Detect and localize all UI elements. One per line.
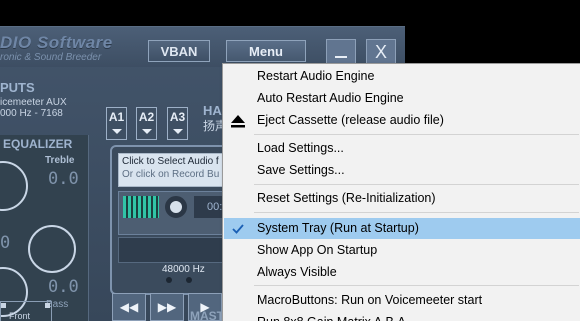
menu-item-label: Run 8x8 Gain Matrix A.B.A. [257, 312, 409, 321]
bus-a1-label: A1 [108, 110, 125, 124]
front-rear-slider[interactable]: Front [0, 301, 52, 321]
menu-item-label: Auto Restart Audio Engine [257, 91, 404, 105]
menu-item-label: MacroButtons: Run on Voicemeeter start [257, 293, 483, 307]
bus-a1-button[interactable]: A1 [106, 107, 127, 140]
mid-value: 0 [0, 233, 11, 253]
mid-knob[interactable] [28, 225, 76, 273]
chevron-down-icon [142, 129, 152, 134]
menu-item-label: Show App On Startup [257, 243, 378, 257]
menu-separator [254, 184, 579, 185]
sample-rate-label: 48000 Hz [162, 264, 205, 275]
inputs-title: PUTS [0, 80, 35, 95]
equalizer-title: EQUALIZER [3, 137, 73, 151]
bass-value: 0.0 [48, 277, 79, 297]
menu-item-restart-audio-engine[interactable]: Restart Audio Engine [224, 66, 580, 87]
input-device-name: icemeeter AUX [0, 97, 67, 108]
front-label: Front [9, 311, 31, 321]
fast-forward-icon: ▶▶ [157, 300, 177, 314]
master-section-label: MAST [190, 309, 224, 321]
menu-item-reset-settings[interactable]: Reset Settings (Re-Initialization) [224, 188, 580, 209]
menu-separator [254, 212, 579, 213]
menu-item-gain-matrix[interactable]: Run 8x8 Gain Matrix A.B.A. [224, 312, 580, 321]
menu-item-label: Save Settings... [257, 163, 345, 177]
bus-a3-button[interactable]: A3 [167, 107, 188, 140]
minimize-button[interactable] [326, 39, 356, 65]
cassette-recorder: Click to Select Audio f Or click on Reco… [110, 145, 242, 295]
menu-item-macrobuttons-run[interactable]: MacroButtons: Run on Voicemeeter start [224, 290, 580, 311]
brand-name: DIO Software [0, 33, 113, 52]
menu-item-auto-restart-audio-engine[interactable]: Auto Restart Audio Engine [224, 88, 580, 109]
fast-forward-button[interactable]: ▶▶ [150, 293, 184, 321]
indicator-dot [186, 277, 192, 283]
indicator-dot [166, 277, 172, 283]
bus-a2-label: A2 [138, 110, 155, 124]
cassette-message-line2: Or click on Record Bu [122, 169, 220, 180]
equalizer-panel: EQUALIZER Treble 0.0 0 0.0 Bass [0, 135, 89, 321]
rewind-button[interactable]: ◀◀ [112, 293, 146, 321]
menu-item-label: Load Settings... [257, 141, 344, 155]
menu-item-system-tray[interactable]: System Tray (Run at Startup) [224, 218, 580, 239]
menu-separator [254, 285, 579, 286]
bus-a3-label: A3 [169, 110, 186, 124]
menu-separator [254, 134, 579, 135]
title-bar: DIO Software ronic & Sound Breeder VBAN … [0, 27, 405, 67]
chevron-down-icon [173, 129, 183, 134]
eject-icon [230, 113, 246, 129]
slider-mark-right [45, 303, 50, 308]
screen: DIO Software ronic & Sound Breeder VBAN … [0, 0, 580, 321]
menu-button[interactable]: Menu [226, 40, 306, 62]
knob-left-top[interactable] [0, 161, 28, 211]
menu-item-label: Restart Audio Engine [257, 69, 375, 83]
menu-item-label: System Tray (Run at Startup) [257, 221, 419, 235]
treble-label: Treble [45, 155, 75, 166]
menu-item-eject-cassette[interactable]: Eject Cassette (release audio file) [224, 110, 580, 131]
cassette-message-line1: Click to Select Audio f [122, 156, 219, 167]
menu-item-always-visible[interactable]: Always Visible [224, 262, 580, 283]
tape-reel-icon [165, 196, 187, 218]
app-menu-dropdown: Restart Audio Engine Auto Restart Audio … [222, 63, 580, 321]
checkmark-icon [230, 221, 246, 237]
minimize-icon [335, 56, 347, 58]
slider-mark-left [1, 303, 6, 308]
menu-item-save-settings[interactable]: Save Settings... [224, 160, 580, 181]
menu-item-label: Reset Settings (Re-Initialization) [257, 191, 436, 205]
chevron-down-icon [112, 129, 122, 134]
input-strip-header: PUTS icemeeter AUX 000 Hz - 7168 [0, 74, 90, 119]
bus-a2-button[interactable]: A2 [136, 107, 157, 140]
close-button[interactable]: X [366, 39, 396, 65]
hardware-out-label: HA [203, 103, 222, 118]
rewind-icon: ◀◀ [119, 300, 139, 314]
treble-value: 0.0 [48, 169, 79, 189]
input-format: 000 Hz - 7168 [0, 108, 63, 119]
vban-button[interactable]: VBAN [148, 40, 210, 62]
menu-item-load-settings[interactable]: Load Settings... [224, 138, 580, 159]
menu-item-label: Always Visible [257, 265, 337, 279]
menu-item-label: Eject Cassette (release audio file) [257, 113, 444, 127]
brand-subtitle: ronic & Sound Breeder [0, 52, 102, 63]
level-meter-icon [123, 196, 159, 218]
menu-item-show-app-on-startup[interactable]: Show App On Startup [224, 240, 580, 261]
